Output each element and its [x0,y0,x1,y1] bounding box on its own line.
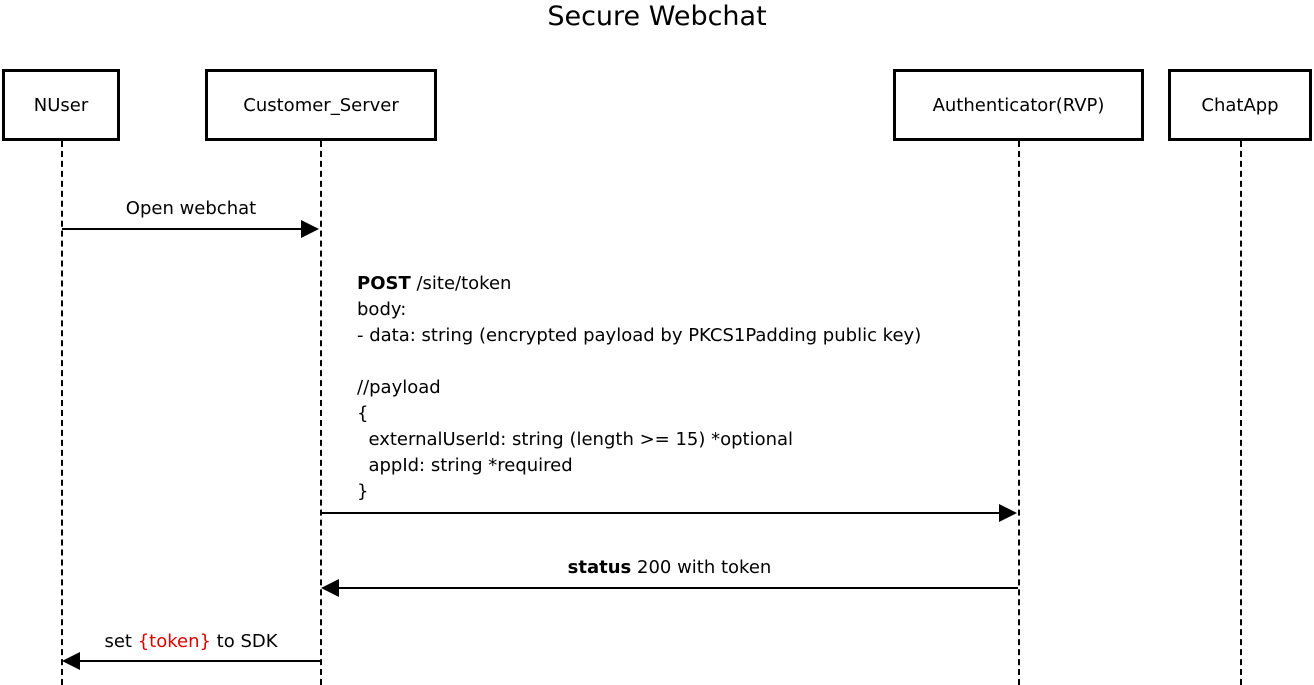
arrowhead-left-icon [62,652,80,670]
message-label-status: status 200 with token [321,557,1018,579]
arrowhead-right-icon [301,220,319,238]
actor-customer-server: Customer_Server [205,69,437,141]
body-line: } [357,481,369,502]
token-placeholder: {token} [137,631,211,652]
message-arrow-set-token [80,660,320,662]
diagram-title: Secure Webchat [547,1,767,32]
body-line: { [357,403,369,424]
actor-authenticator: Authenticator(RVP) [893,69,1144,141]
lifeline-authenticator [1018,141,1020,685]
arrowhead-left-icon [321,579,339,597]
status-rest: 200 with token [631,557,772,578]
actor-label: Authenticator(RVP) [932,94,1105,116]
actor-nuser: NUser [2,69,120,141]
lifeline-customer-server [320,141,322,685]
status-word: status [567,557,632,578]
lifeline-chatapp [1240,141,1242,685]
actor-label: Customer_Server [243,94,399,116]
actor-label: NUser [33,94,89,116]
body-line: appId: string *required [357,455,573,476]
request-path: /site/token [410,273,512,294]
message-label-set-token: set {token} to SDK [62,631,320,653]
body-line: externalUserId: string (length >= 15) *o… [357,429,794,450]
post-token-request-body: POST /site/token body: - data: string (e… [357,271,921,505]
set-suffix: to SDK [210,631,278,652]
message-arrow-post-token [321,512,1000,514]
set-prefix: set [104,631,138,652]
lifeline-nuser [61,141,63,685]
body-line: body: [357,299,407,320]
message-arrow-status [339,587,1018,589]
actor-label: ChatApp [1201,94,1279,116]
http-method: POST [357,273,411,294]
open-webchat-text: Open webchat [125,198,257,219]
body-line: //payload [357,377,441,398]
message-arrow-open-webchat [62,228,302,230]
body-line: - data: string (encrypted payload by PKC… [357,325,922,346]
message-label-open-webchat: Open webchat [62,198,320,220]
actor-chatapp: ChatApp [1168,69,1312,141]
arrowhead-right-icon [999,504,1017,522]
